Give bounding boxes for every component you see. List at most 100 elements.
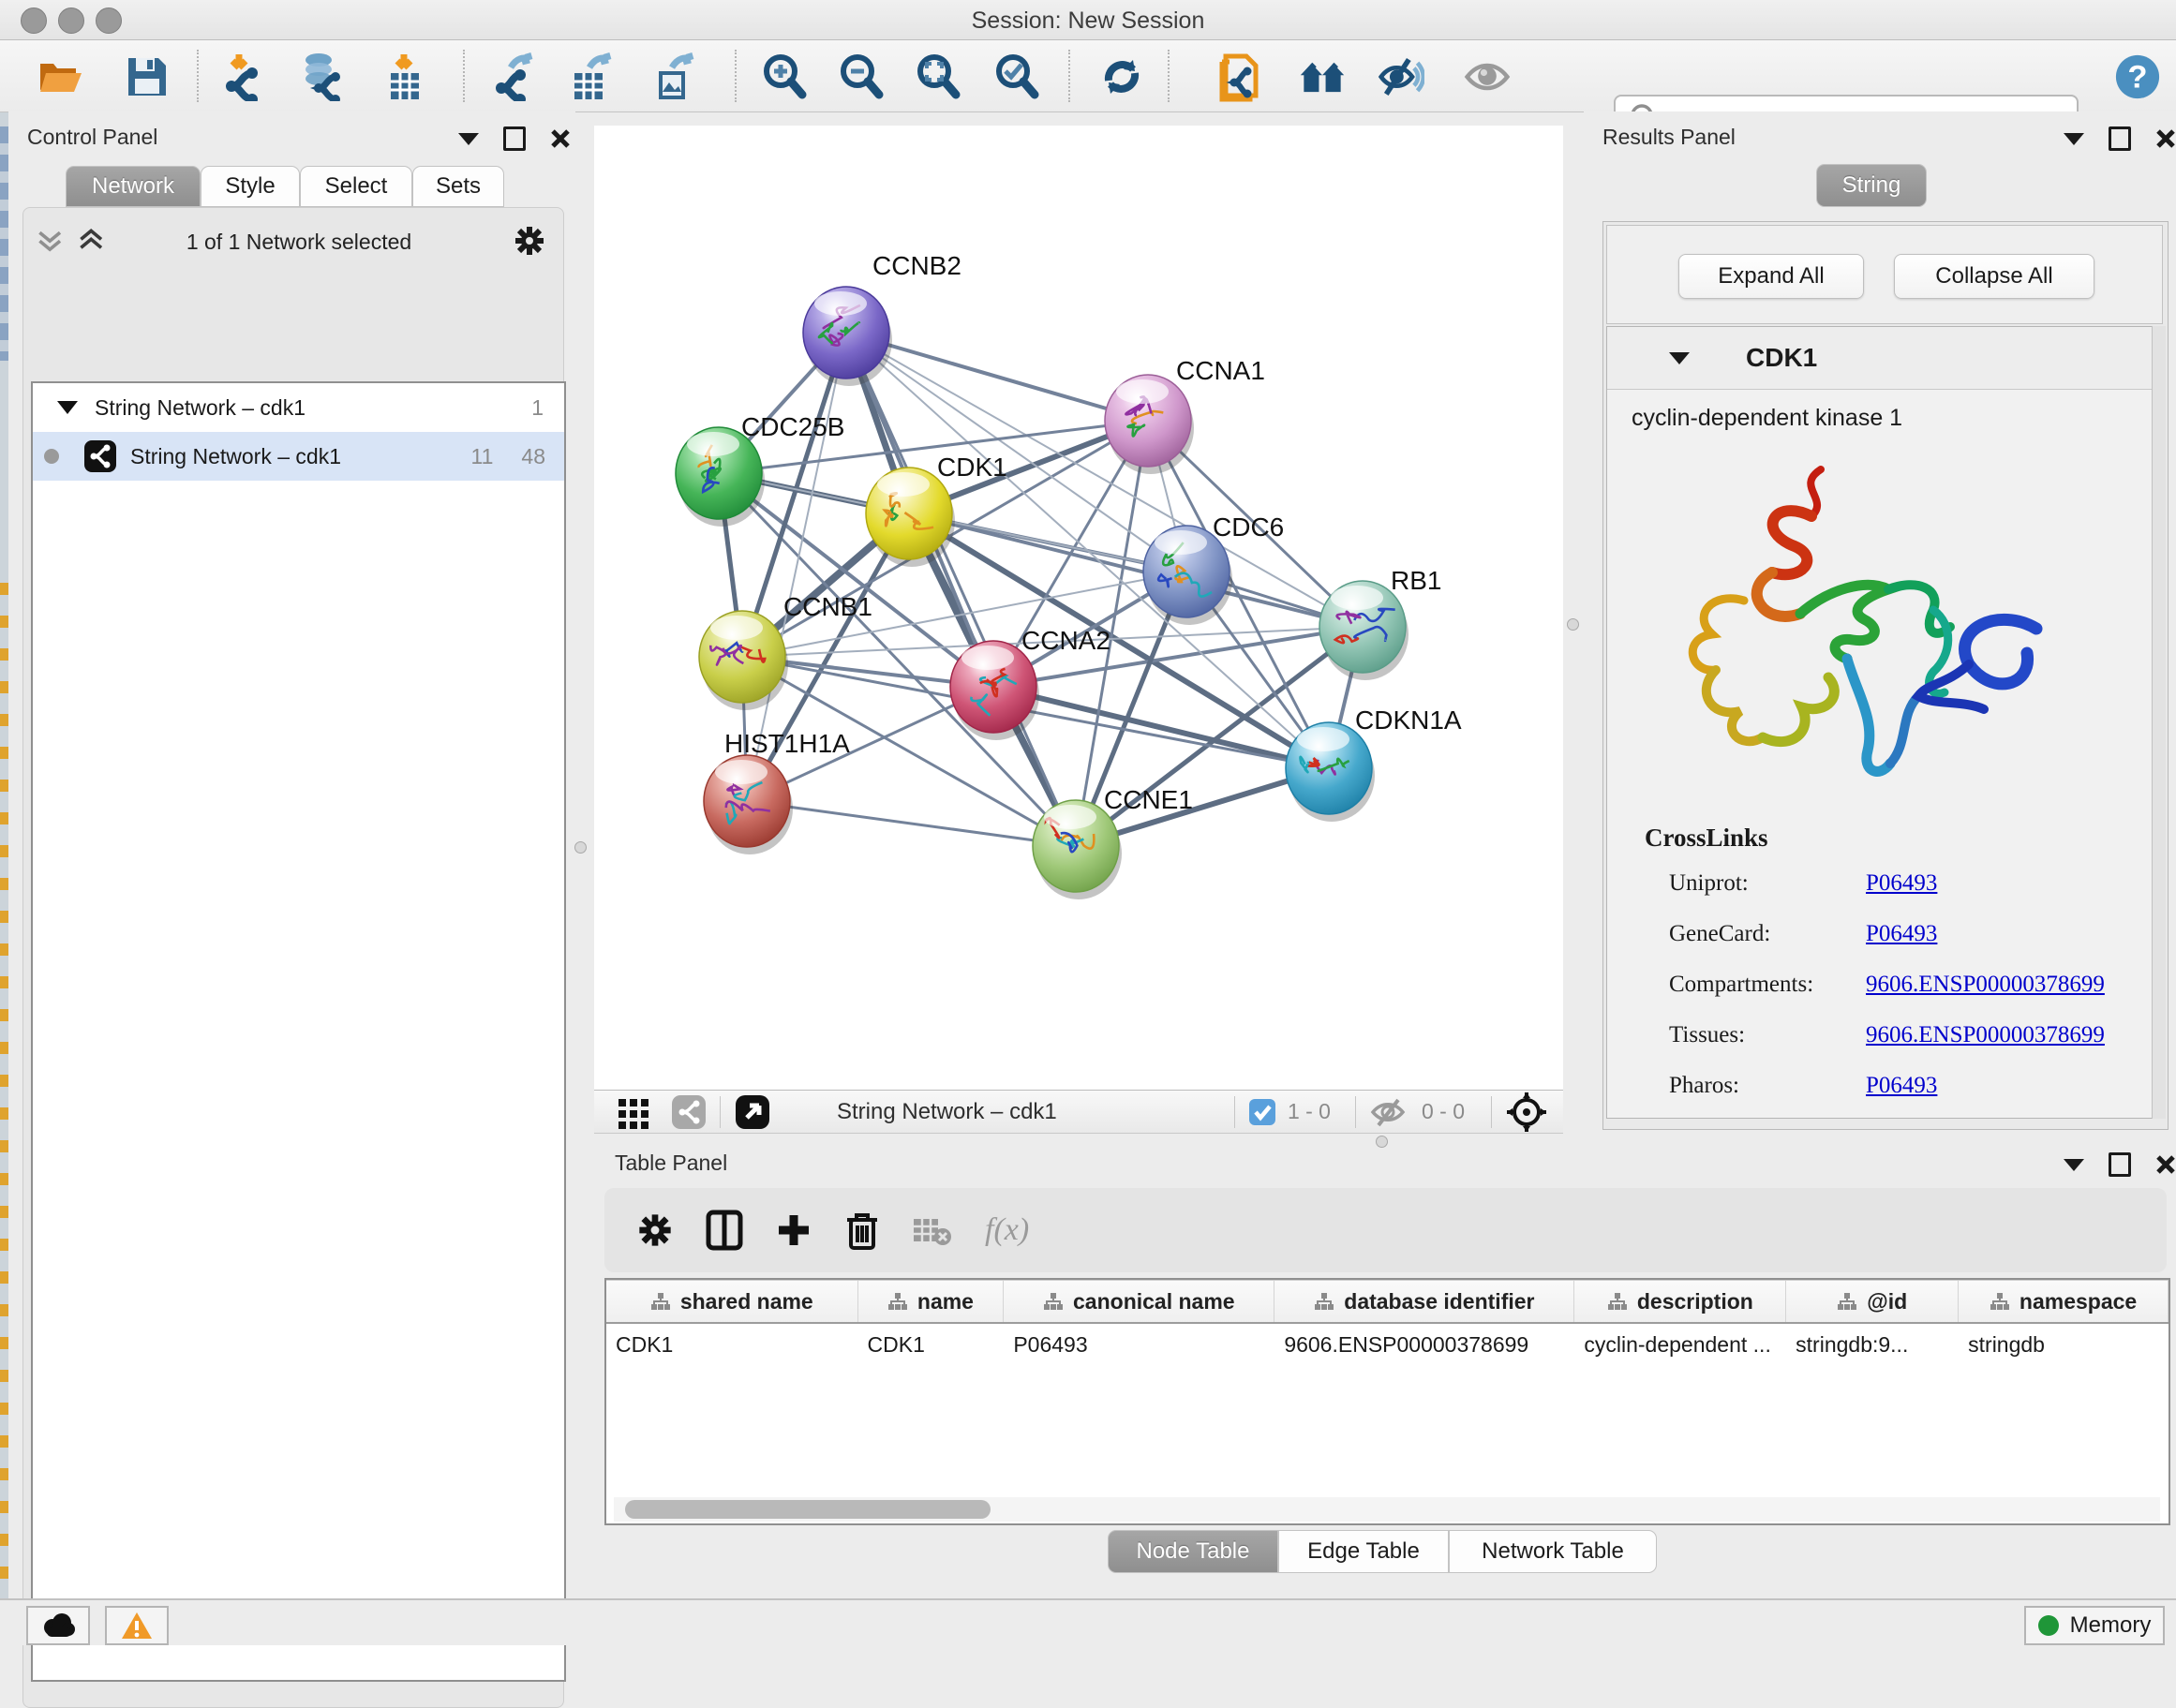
collapse-all-button[interactable]: Collapse All	[1894, 254, 2094, 299]
column-header-name[interactable]: name	[858, 1281, 1005, 1322]
function-builder-button[interactable]: f(x)	[985, 1212, 1029, 1248]
network-graph[interactable]: CCNB2CCNA1CDC25BCDK1CDC6RB1CCNB1CCNA2CDK…	[594, 126, 1563, 1090]
birdseye-view-button[interactable]	[734, 1093, 771, 1131]
close-panel-icon[interactable]	[2155, 128, 2176, 149]
show-graphics-details-button[interactable]	[1464, 53, 1511, 100]
help-button[interactable]: ?	[2114, 53, 2161, 100]
crosslink-value-link[interactable]: P06493	[1866, 921, 1937, 947]
network-node[interactable]: HIST1H1A	[704, 729, 850, 854]
right-splitter-handle[interactable]	[1567, 618, 1579, 631]
left-splitter-handle[interactable]	[574, 841, 587, 854]
tab-network-table[interactable]: Network Table	[1449, 1530, 1657, 1573]
results-scrollbar[interactable]	[2152, 326, 2166, 1119]
save-session-button[interactable]	[124, 53, 171, 100]
crosslink-value-link[interactable]: P06493	[1866, 870, 1937, 897]
column-header-description[interactable]: description	[1574, 1281, 1786, 1322]
import-network-file-button[interactable]	[217, 53, 264, 100]
zoom-fit-button[interactable]	[915, 53, 961, 100]
crosslink-value-link[interactable]: 9606.ENSP00000378699	[1866, 972, 2105, 998]
network-edge[interactable]	[909, 513, 1363, 627]
hidden-eye-icon[interactable]	[1369, 1097, 1408, 1127]
tab-style[interactable]: Style	[201, 166, 300, 207]
crosslink-value-link[interactable]: 9606.ENSP00000378699	[1866, 1022, 2105, 1048]
create-column-button[interactable]	[775, 1210, 812, 1251]
network-options-button[interactable]	[513, 224, 546, 258]
memory-status-dot-icon	[2038, 1615, 2059, 1636]
table-cell[interactable]: 9606.ENSP00000378699	[1274, 1324, 1574, 1365]
import-table-button[interactable]	[380, 53, 427, 100]
network-row-selected[interactable]: String Network – cdk1 11 48	[33, 432, 564, 481]
network-node[interactable]: CDC6	[1143, 512, 1284, 625]
tab-network[interactable]: Network	[66, 166, 201, 207]
scrollbar-thumb[interactable]	[625, 1500, 991, 1519]
table-horizontal-scrollbar[interactable]	[614, 1497, 2160, 1522]
table-row[interactable]: CDK1CDK1P064939606.ENSP00000378699cyclin…	[606, 1324, 2169, 1365]
table-cell[interactable]: P06493	[1004, 1324, 1274, 1365]
close-panel-icon[interactable]	[550, 128, 571, 149]
export-network-button[interactable]	[491, 53, 538, 100]
network-node[interactable]: CCNB2	[803, 251, 961, 386]
apply-layout-button[interactable]	[1098, 53, 1145, 100]
protein-card-header[interactable]: CDK1	[1607, 327, 2162, 390]
show-columns-button[interactable]	[706, 1210, 743, 1251]
tab-node-table[interactable]: Node Table	[1108, 1530, 1278, 1573]
network-node-count: 11	[471, 444, 494, 469]
float-panel-icon[interactable]	[2064, 1159, 2084, 1171]
maximize-panel-icon[interactable]	[2109, 1152, 2131, 1177]
open-session-button[interactable]	[37, 53, 84, 100]
network-edge[interactable]	[846, 333, 1076, 846]
table-cell[interactable]: stringdb	[1959, 1324, 2169, 1365]
selected-checkbox-icon[interactable]	[1248, 1098, 1276, 1126]
export-table-button[interactable]	[568, 53, 615, 100]
zoom-selected-button[interactable]	[993, 53, 1040, 100]
close-panel-icon[interactable]	[2155, 1154, 2176, 1175]
delete-table-button[interactable]	[912, 1213, 953, 1247]
network-node[interactable]: RB1	[1319, 566, 1441, 680]
collapse-triangle-icon[interactable]	[57, 401, 78, 414]
network-node[interactable]: CDC25B	[676, 412, 844, 527]
export-image-button[interactable]	[650, 53, 697, 100]
zoom-in-button[interactable]	[761, 53, 808, 100]
network-edge[interactable]	[747, 801, 1076, 846]
enhanced-labels-toggle-button[interactable]	[1378, 53, 1424, 100]
maximize-panel-icon[interactable]	[503, 126, 526, 151]
show-grid-button[interactable]	[617, 1095, 650, 1129]
memory-button[interactable]: Memory	[2024, 1606, 2165, 1645]
string-home-button[interactable]	[1299, 53, 1346, 100]
expand-all-button[interactable]	[76, 226, 110, 258]
expand-all-button[interactable]: Expand All	[1678, 254, 1864, 299]
float-panel-icon[interactable]	[458, 133, 479, 145]
delete-column-button[interactable]	[844, 1209, 880, 1252]
tab-select[interactable]: Select	[300, 166, 412, 207]
network-canvas[interactable]: CCNB2CCNA1CDC25BCDK1CDC6RB1CCNB1CCNA2CDK…	[594, 126, 1563, 1090]
collapse-all-button[interactable]	[35, 226, 68, 258]
import-network-from-database-button[interactable]	[298, 53, 345, 100]
table-cell[interactable]: stringdb:9...	[1786, 1324, 1959, 1365]
import-network-icon	[226, 54, 258, 101]
column-header-shared-name[interactable]: shared name	[606, 1281, 858, 1322]
tab-sets[interactable]: Sets	[412, 166, 504, 207]
column-header--id[interactable]: @id	[1786, 1281, 1959, 1322]
float-panel-icon[interactable]	[2064, 133, 2084, 145]
table-cell[interactable]: CDK1	[606, 1324, 858, 1365]
table-cell[interactable]: cyclin-dependent ...	[1574, 1324, 1786, 1365]
crosslink-value-link[interactable]: P06493	[1866, 1073, 1937, 1099]
cloud-button[interactable]	[26, 1606, 90, 1645]
fit-content-button[interactable]	[1505, 1091, 1548, 1134]
network-collection-row[interactable]: String Network – cdk1 1	[33, 383, 564, 432]
column-header-database-identifier[interactable]: database identifier	[1274, 1281, 1574, 1322]
network-view-toggle-button[interactable]	[671, 1094, 707, 1130]
network-node[interactable]: CDKN1A	[1286, 705, 1462, 822]
table-options-button[interactable]	[636, 1211, 674, 1249]
warnings-button[interactable]	[105, 1606, 169, 1645]
tab-edge-table[interactable]: Edge Table	[1278, 1530, 1449, 1573]
zoom-out-button[interactable]	[838, 53, 885, 100]
collapse-triangle-icon[interactable]	[1669, 352, 1690, 364]
column-header-canonical-name[interactable]: canonical name	[1004, 1281, 1274, 1322]
tab-string[interactable]: String	[1816, 164, 1927, 207]
maximize-panel-icon[interactable]	[2109, 126, 2131, 151]
column-header-namespace[interactable]: namespace	[1959, 1281, 2169, 1322]
string-import-button[interactable]	[1218, 53, 1265, 100]
table-cell[interactable]: CDK1	[858, 1324, 1005, 1365]
network-node[interactable]: CDK1	[866, 453, 1007, 567]
